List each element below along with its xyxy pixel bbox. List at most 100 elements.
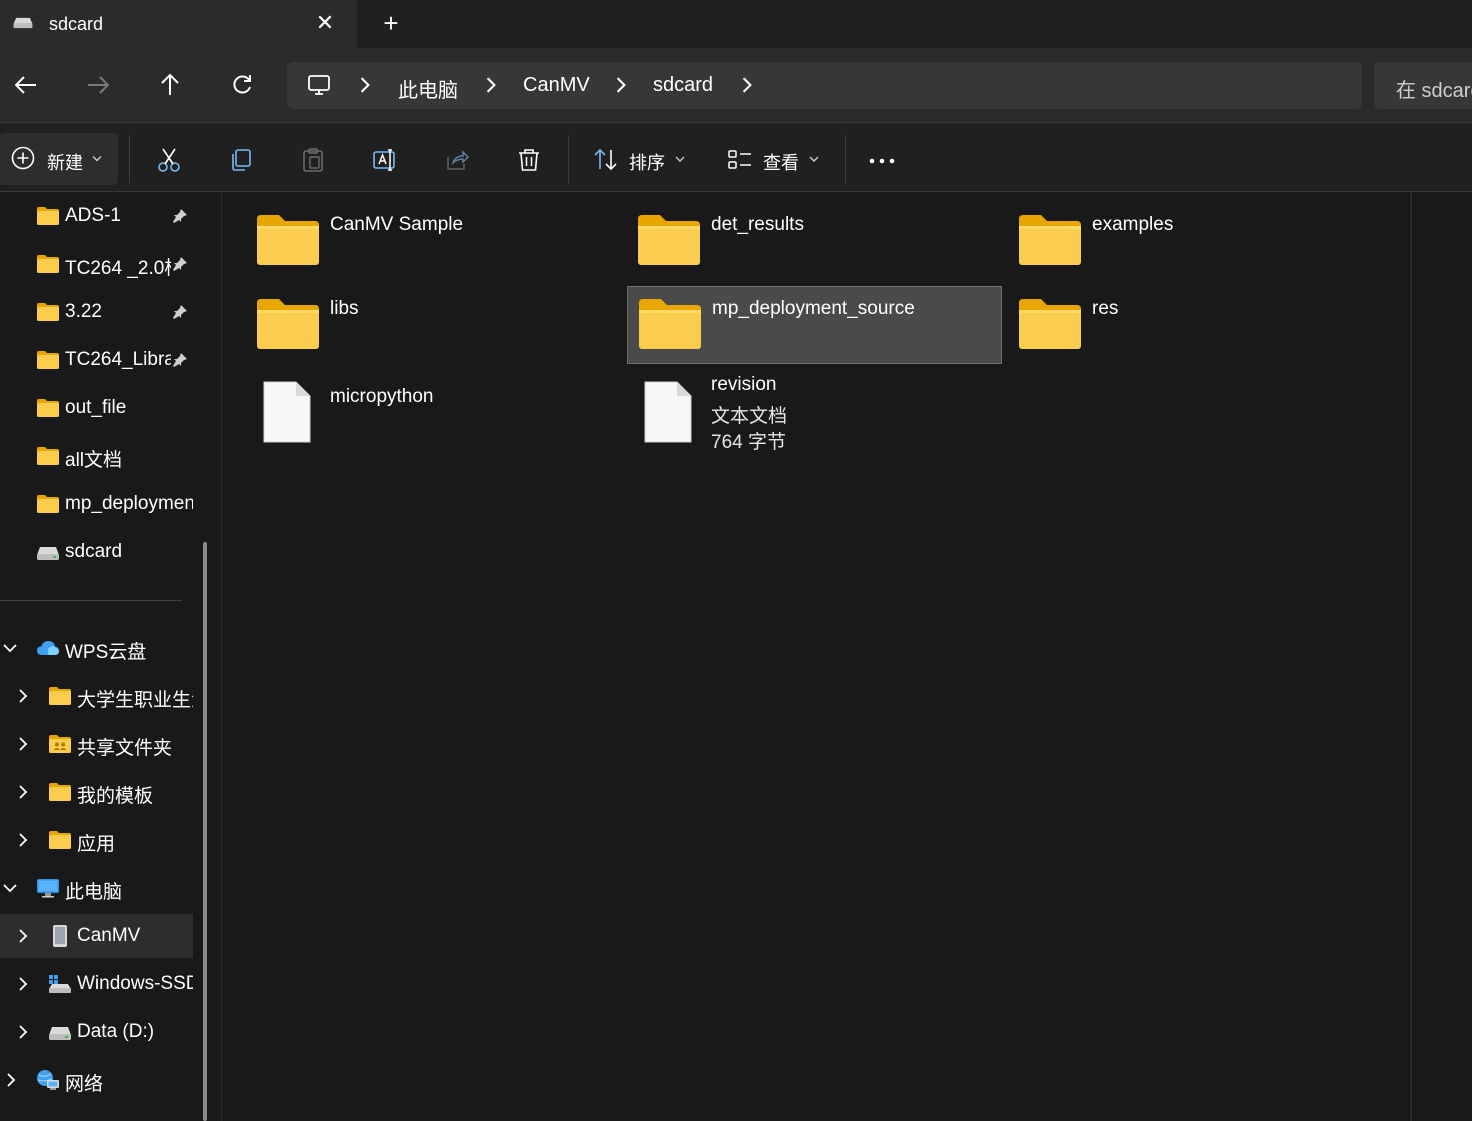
sidebar-item-label: out_file (65, 397, 127, 418)
folder-icon (636, 213, 702, 267)
item-name: revision (711, 374, 777, 395)
chevron-right-icon[interactable] (17, 833, 29, 847)
search-input[interactable]: 在 sdcard (1396, 74, 1472, 103)
sort-icon[interactable] (593, 147, 619, 173)
windows-drive-icon (49, 975, 71, 993)
sidebar-item-label: all文档 (65, 450, 123, 471)
copy-icon[interactable] (228, 147, 254, 173)
chevron-right-icon[interactable] (17, 785, 29, 799)
chevron-right-icon[interactable] (17, 929, 29, 943)
cut-icon[interactable] (156, 147, 182, 173)
chevron-down-icon[interactable] (809, 156, 819, 163)
sidebar-item-data-d[interactable]: Data (D:) (0, 1010, 193, 1054)
rename-icon[interactable] (372, 147, 398, 173)
sidebar-item-label: TC264_Library (65, 349, 171, 370)
more-options-icon[interactable] (869, 147, 895, 173)
sidebar-item-ads-1[interactable]: ADS-1 (0, 194, 193, 238)
pin-icon[interactable] (172, 352, 188, 368)
view-icon[interactable] (727, 147, 753, 173)
folder-tile[interactable]: examples (1008, 204, 1383, 282)
sidebar-item-all-docs[interactable]: all文档 (0, 434, 193, 478)
view-label[interactable]: 查看 (763, 149, 799, 175)
sidebar-item-network[interactable]: 网络 (0, 1058, 193, 1102)
chevron-right-icon[interactable] (17, 977, 29, 991)
up-icon[interactable] (157, 72, 183, 98)
breadcrumb-this-pc[interactable]: 此电脑 (398, 74, 458, 103)
paste-icon[interactable] (300, 147, 326, 173)
tab-sdcard[interactable]: sdcard ✕ (0, 0, 357, 48)
title-bar: sdcard ✕ + (0, 0, 1472, 48)
sidebar-item-label: 网络 (65, 1074, 104, 1095)
delete-icon[interactable] (516, 147, 542, 173)
item-name: CanMV Sample (330, 214, 464, 235)
sidebar-item-shared-folder[interactable]: 共享文件夹 (0, 722, 193, 766)
chevron-right-icon[interactable] (484, 77, 498, 93)
sidebar-item-label: 大学生职业生涯规划 (77, 690, 193, 711)
folder-icon (48, 782, 72, 802)
folder-icon (36, 302, 60, 322)
item-name: micropython (330, 386, 434, 407)
chevron-down-icon[interactable] (675, 156, 685, 163)
file-list: CanMV Sample det_results examples libs m… (222, 192, 1410, 1121)
chevron-right-icon[interactable] (614, 77, 628, 93)
sidebar-item-apps[interactable]: 应用 (0, 818, 193, 862)
chevron-right-icon[interactable] (740, 77, 754, 93)
sidebar-item-label: 应用 (77, 834, 116, 855)
sidebar-item-label: TC264 _2.0核 (65, 258, 171, 279)
folder-icon (637, 297, 703, 351)
file-tile[interactable]: micropython (246, 374, 621, 460)
sidebar-item-this-pc[interactable]: 此电脑 (0, 866, 193, 910)
item-name: mp_deployment_source (712, 298, 915, 319)
breadcrumb-sdcard[interactable]: sdcard (653, 74, 713, 97)
sort-label[interactable]: 排序 (629, 149, 665, 175)
sidebar-item-label: 共享文件夹 (77, 738, 173, 759)
close-tab-icon[interactable]: ✕ (312, 10, 338, 36)
search-box[interactable]: 在 sdcard (1374, 62, 1472, 109)
folder-tile[interactable]: libs (246, 288, 621, 366)
command-bar: 新建 排序 查看 (0, 122, 1472, 192)
sidebar-scrollbar[interactable] (203, 542, 207, 1121)
sidebar-item-my-templates[interactable]: 我的模板 (0, 770, 193, 814)
sidebar-item-label: 3.22 (65, 301, 102, 322)
breadcrumb-canmv[interactable]: CanMV (523, 74, 590, 97)
pin-icon[interactable] (172, 256, 188, 272)
new-tab-button[interactable]: + (378, 10, 404, 36)
sidebar-item-mp-deployment[interactable]: mp_deployment_source (0, 482, 193, 526)
folder-tile[interactable]: CanMV Sample (246, 204, 621, 282)
sidebar-item-label: mp_deployment_source (65, 493, 193, 514)
sidebar-item-tc264-2[interactable]: TC264 _2.0核 (0, 242, 193, 286)
sidebar-item-windows-ssd[interactable]: Windows-SSD (0, 962, 193, 1006)
address-bar[interactable]: 此电脑 CanMV sdcard (287, 62, 1362, 109)
new-button[interactable]: 新建 (0, 133, 118, 185)
chevron-right-icon[interactable] (17, 737, 29, 751)
folder-tile-selected[interactable]: mp_deployment_source (627, 286, 1002, 364)
sidebar-item-label: sdcard (65, 541, 123, 562)
pin-icon[interactable] (172, 304, 188, 320)
chevron-right-icon[interactable] (17, 1025, 29, 1039)
forward-icon[interactable] (85, 72, 111, 98)
share-icon[interactable] (444, 147, 470, 173)
folder-tile[interactable]: res (1008, 288, 1383, 366)
back-icon[interactable] (13, 72, 39, 98)
file-tile[interactable]: revision 文本文档 764 字节 (627, 372, 1002, 458)
drive-icon (13, 17, 33, 29)
chevron-right-icon[interactable] (17, 689, 29, 703)
pin-icon[interactable] (172, 208, 188, 224)
refresh-icon[interactable] (229, 72, 255, 98)
chevron-down-icon[interactable] (3, 642, 17, 654)
chevron-down-icon[interactable] (3, 882, 17, 894)
sidebar-item-3-22[interactable]: 3.22 (0, 290, 193, 334)
folder-icon (1017, 297, 1083, 351)
sidebar-item-career-planning[interactable]: 大学生职业生涯规划 (0, 674, 193, 718)
shared-folder-icon (49, 735, 71, 753)
chevron-right-icon[interactable] (358, 77, 372, 93)
chevron-right-icon[interactable] (5, 1073, 17, 1087)
folder-icon (1017, 213, 1083, 267)
folder-tile[interactable]: det_results (627, 204, 1002, 282)
sidebar-item-sdcard[interactable]: sdcard (0, 530, 193, 574)
sidebar-item-out-file[interactable]: out_file (0, 386, 193, 430)
sidebar-item-canmv[interactable]: CanMV (0, 914, 193, 958)
sidebar-item-wps-cloud[interactable]: WPS云盘 (0, 626, 193, 670)
sidebar-item-tc264-library[interactable]: TC264_Library (0, 338, 193, 382)
chevron-down-icon (92, 155, 102, 163)
